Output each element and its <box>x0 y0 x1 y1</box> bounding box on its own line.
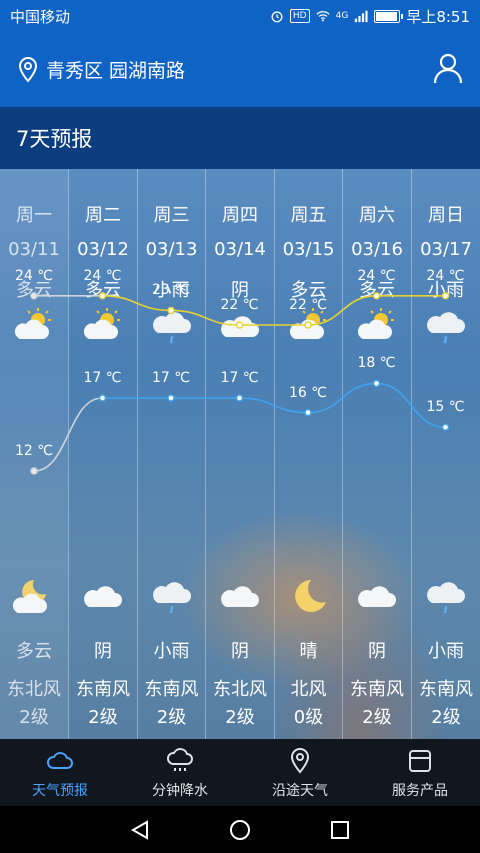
home-icon[interactable] <box>229 819 251 841</box>
clock-label: 早上8:51 <box>406 7 470 26</box>
high-temp-point <box>372 292 381 300</box>
location-bar: 青秀区 园湖南路 <box>0 32 480 107</box>
low-temp-point <box>98 394 107 402</box>
high-temp-label: 24 ℃ <box>15 267 53 284</box>
high-temp-label: 22 ℃ <box>289 297 327 313</box>
back-icon[interactable] <box>129 819 151 841</box>
high-temp-point <box>167 306 175 315</box>
low-temp-label: 17 ℃ <box>152 370 190 386</box>
status-icons: HD 4G 早上8:51 <box>270 6 470 27</box>
system-nav-bar <box>0 806 480 853</box>
low-temp-label: 15 ℃ <box>426 399 465 416</box>
high-temp-label: 24 ℃ <box>83 267 122 284</box>
low-temp-point <box>167 394 175 402</box>
low-temp-label: 17 ℃ <box>83 370 122 386</box>
carrier-label: 中国移动 <box>10 7 71 26</box>
location-pin-icon <box>290 747 310 774</box>
low-temp-label: 16 ℃ <box>289 384 327 401</box>
status-bar: 中国移动 HD 4G 早上8:51 <box>0 0 480 32</box>
low-temp-label: 18 ℃ <box>357 355 396 372</box>
hd-badge: HD <box>289 9 310 23</box>
low-temp-line-segment <box>33 397 103 472</box>
alarm-icon <box>271 11 283 23</box>
high-temp-point <box>98 292 107 300</box>
bottom-nav: 天气预报 分钟降水 沿途天气 服务产品 <box>0 739 480 806</box>
high-temp-point <box>30 292 38 300</box>
rain-cloud-icon <box>167 747 193 771</box>
high-temp-label: 24 ℃ <box>426 267 465 284</box>
high-temp-point <box>441 292 450 300</box>
nav-label: 服务产品 <box>392 782 448 799</box>
high-temp-label: 24 ℃ <box>357 267 396 284</box>
high-temp-label: 23 ℃ <box>152 282 190 299</box>
location-text[interactable]: 青秀区 园湖南路 <box>46 56 185 83</box>
low-temp-point <box>372 379 381 388</box>
recents-icon[interactable] <box>329 819 351 841</box>
location-pin-icon[interactable] <box>16 56 40 84</box>
high-temp-point <box>235 321 244 329</box>
network-type: 4G <box>335 11 349 21</box>
signal-icon <box>355 10 368 23</box>
user-profile-icon[interactable] <box>430 50 466 86</box>
battery-icon <box>374 9 404 23</box>
nav-label: 沿途天气 <box>272 782 328 799</box>
low-temp-label: 17 ℃ <box>220 370 259 386</box>
forecast-title: 7天预报 <box>0 107 480 169</box>
low-temp-label: 12 ℃ <box>15 443 53 459</box>
low-temp-point <box>441 423 450 431</box>
nav-route-weather[interactable]: 沿途天气 <box>240 739 360 806</box>
seven-day-forecast: 周一 03/11 多云 多云 东北风 2级 周二 03/12 多云阴东南风 2级 周三 03/13 小雨… <box>0 169 480 739</box>
wifi-icon <box>316 11 330 22</box>
nav-minute-precip[interactable]: 分钟降水 <box>120 739 240 806</box>
low-temp-point <box>235 394 244 402</box>
low-temp-point <box>30 467 38 475</box>
box-icon <box>409 749 431 772</box>
nav-weather-forecast[interactable]: 天气预报 <box>0 739 120 806</box>
low-temp-point <box>304 408 312 417</box>
nav-label: 天气预报 <box>32 782 88 799</box>
high-temp-point <box>304 321 312 329</box>
temperature-chart <box>30 292 450 475</box>
nav-service-products[interactable]: 服务产品 <box>360 739 480 806</box>
cloud-icon <box>47 751 73 769</box>
nav-label: 分钟降水 <box>152 782 208 799</box>
high-temp-label: 22 ℃ <box>220 297 259 313</box>
